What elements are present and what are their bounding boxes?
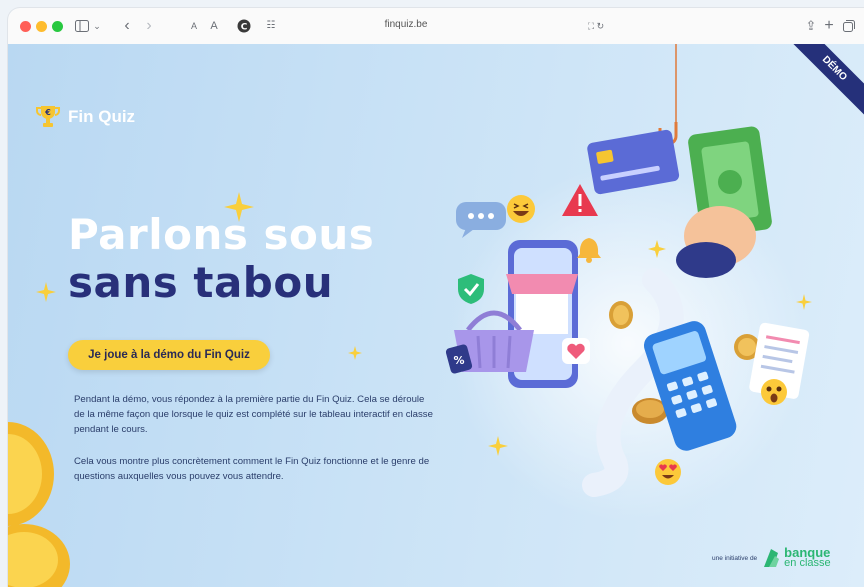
chat-bubble-icon <box>456 202 506 238</box>
shopping-basket-icon: % <box>445 310 534 374</box>
sparkle-icon <box>488 436 508 456</box>
money-hand-icon <box>676 126 772 278</box>
tabs-overview-icon[interactable] <box>842 17 856 35</box>
chevron-down-icon[interactable]: ⌄ <box>92 17 102 35</box>
bell-icon <box>577 238 601 263</box>
sparkle-icon <box>36 282 56 302</box>
warning-icon <box>562 184 598 216</box>
close-window-button[interactable] <box>20 21 31 32</box>
minimize-window-button[interactable] <box>36 21 47 32</box>
translate-icon[interactable]: ⛶ ↻ <box>584 17 608 35</box>
footer-branding[interactable]: une initiative de banque en classe <box>712 546 831 569</box>
play-demo-button[interactable]: Je joue à la démo du Fin Quiz <box>68 340 270 370</box>
browser-window: ⌄ ‹ › A A C ☷ finquiz.be ⛶ ↻ ⇪ + € Fin Q… <box>8 8 864 587</box>
forward-button[interactable]: › <box>142 17 156 35</box>
laughing-emoji-icon <box>507 195 535 223</box>
svg-text:€: € <box>44 108 51 117</box>
address-bar[interactable]: finquiz.be <box>188 16 624 36</box>
logo-text: Fin Quiz <box>68 107 136 126</box>
new-tab-button[interactable]: + <box>822 17 836 35</box>
gold-coins-icon <box>8 422 70 587</box>
trophy-icon: € <box>36 106 60 127</box>
intro-paragraph-2: Cela vous montre plus concrètement comme… <box>74 456 430 482</box>
hero-title-line1: Parlons sous <box>68 210 375 259</box>
page-content: € Fin Quiz Parlons sous sans tabou Je jo… <box>8 44 864 587</box>
payment-terminal-icon <box>643 321 737 451</box>
fin-quiz-logo[interactable]: € Fin Quiz <box>36 104 135 130</box>
initiative-label: une initiative de <box>712 554 758 562</box>
url-text: finquiz.be <box>384 19 428 30</box>
shocked-emoji-icon <box>761 379 787 405</box>
browser-toolbar: ⌄ ‹ › A A C ☷ finquiz.be ⛶ ↻ ⇪ + <box>8 8 864 45</box>
shield-check-icon <box>458 274 484 304</box>
demo-ribbon: DÉMO <box>783 44 864 120</box>
credit-card-icon <box>587 129 680 195</box>
heart-eyes-emoji-icon <box>655 459 681 485</box>
sparkle-icon <box>796 294 812 310</box>
hero-title-line2: sans tabou <box>68 258 334 307</box>
intro-paragraph-1: Pendant la démo, vous répondez à la prem… <box>74 394 433 435</box>
coin-icon <box>609 301 633 329</box>
sparkle-icon <box>648 240 666 258</box>
back-button[interactable]: ‹ <box>120 17 134 35</box>
share-icon[interactable]: ⇪ <box>804 17 818 35</box>
banque-en-classe-logo: banque en classe <box>784 546 831 569</box>
sidebar-icon[interactable] <box>74 17 90 35</box>
sparkle-icon <box>348 346 362 360</box>
maximize-window-button[interactable] <box>52 21 63 32</box>
svg-text:%: % <box>453 354 464 367</box>
banque-en-classe-logo-icon <box>764 549 780 567</box>
brand-line2: en classe <box>784 557 831 569</box>
sparkle-icon <box>224 192 254 222</box>
